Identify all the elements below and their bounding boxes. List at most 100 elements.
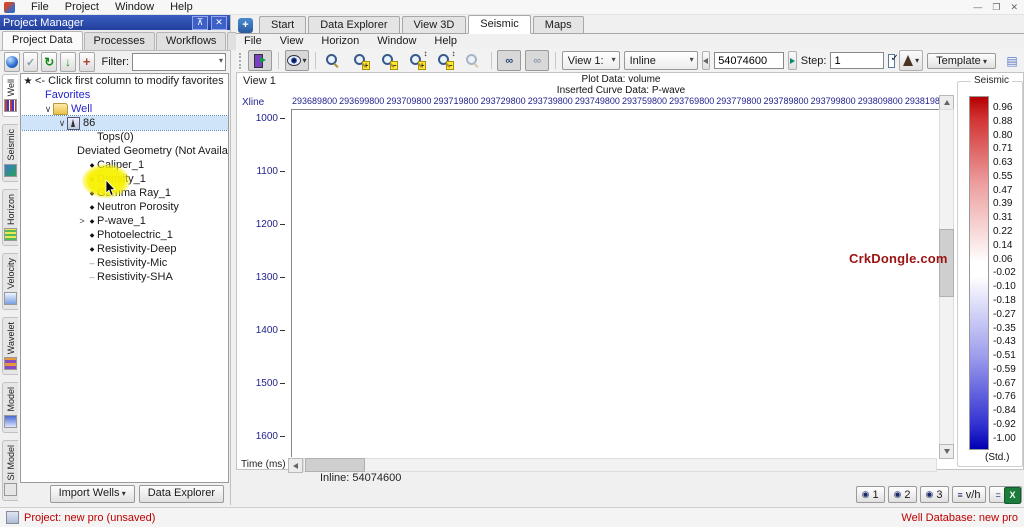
menu-item[interactable]: Window (115, 1, 154, 13)
workspace-tab[interactable]: Maps (533, 16, 584, 34)
menu-item[interactable]: Window (377, 35, 416, 48)
project-manager-tabs: Project DataProcessesWorkflowsScenes (0, 30, 230, 51)
tree-item-well-86[interactable]: ∨ 86 (21, 116, 228, 130)
scroll-down-button[interactable] (939, 444, 954, 459)
panel-tab[interactable]: Workflows (156, 32, 227, 50)
close-icon[interactable]: ✕ (211, 16, 227, 30)
add-tab-button[interactable]: + (238, 18, 253, 33)
visibility-button[interactable]: ▾ (285, 50, 309, 71)
data-explorer-button[interactable]: Data Explorer (139, 485, 224, 503)
workspace-tab[interactable]: View 3D (402, 16, 467, 34)
zoom-in-axis-icon: +↕ (409, 53, 424, 68)
tree-item[interactable]: ◆ Neutron Porosity (21, 200, 228, 214)
world-icon[interactable] (4, 52, 20, 72)
y-tick-labels: 1000110012001300140015001600 (245, 113, 285, 442)
chevron-right-icon[interactable]: > (77, 216, 87, 226)
tree-item[interactable]: ◆ Density_1 (21, 172, 228, 186)
side-tab[interactable]: Wavelet (2, 317, 18, 375)
properties-button[interactable]: ▤ (1000, 50, 1024, 71)
zoom-in-axis-button[interactable]: +↕ (405, 50, 429, 71)
import-arrow-icon[interactable]: ↓ (60, 52, 76, 72)
side-tab[interactable]: Horizon (2, 189, 18, 246)
chevron-down-icon[interactable]: ∨ (43, 104, 53, 115)
zoom-in-button[interactable]: + (349, 50, 373, 71)
x-tick-label: 293809800 (858, 96, 903, 106)
menu-item[interactable]: File (31, 1, 49, 13)
eye-icon: = (995, 490, 1000, 500)
pin-icon[interactable]: ⊼ (192, 16, 208, 30)
view-toggle-button[interactable]: ◉ 2 (888, 486, 917, 503)
colorbar-tick-label: 0.31 (993, 212, 1023, 223)
template-button[interactable]: Template (927, 53, 996, 69)
workspace-tab[interactable]: Start (259, 16, 306, 34)
eye-icon (287, 55, 301, 66)
slice-position-input[interactable] (714, 52, 784, 69)
side-tab[interactable]: Seismic (2, 124, 18, 182)
well-marker-button[interactable]: ▾ (899, 50, 923, 71)
colorbar-tick-label: -0.10 (993, 281, 1023, 292)
scroll-up-button[interactable] (939, 95, 954, 110)
step-input[interactable] (830, 52, 884, 69)
unlink-views-button[interactable]: ∞ (525, 50, 549, 71)
side-tab[interactable]: Well (2, 74, 18, 117)
workspace-tab[interactable]: Data Explorer (308, 16, 399, 34)
workspace-tab[interactable]: Seismic (468, 15, 531, 34)
slice-type-select[interactable]: Inline (624, 51, 698, 70)
tree-item[interactable]: > ◆ P-wave_1 (21, 214, 228, 228)
toolbar-grip[interactable] (239, 53, 242, 69)
tree-item[interactable]: – Resistivity-Mic (21, 256, 228, 270)
panel-tab[interactable]: Processes (84, 32, 155, 50)
menu-item[interactable]: Project (65, 1, 99, 13)
x-axis-label: Xline (242, 97, 264, 108)
side-tab[interactable]: Model (2, 382, 18, 433)
seismic-section[interactable] (291, 109, 952, 457)
refresh-icon[interactable]: ↻ (41, 52, 57, 72)
menu-item[interactable]: Help (434, 35, 457, 48)
panel-tab[interactable]: Project Data (2, 31, 83, 50)
view-toggle-button[interactable]: ≡ v/h (952, 486, 987, 503)
tree-item[interactable]: – Resistivity-SHA (21, 270, 228, 284)
minimize-button[interactable]: — (973, 1, 982, 13)
menu-item[interactable]: View (280, 35, 304, 48)
tree-item[interactable]: ◆ Resistivity-Deep (21, 242, 228, 256)
restore-button[interactable]: ❐ (992, 1, 1000, 13)
horizontal-scrollbar-thumb[interactable] (305, 458, 365, 472)
previous-slice-button[interactable] (702, 51, 711, 70)
tree-item[interactable]: Deviated Geometry (Not Availa... (21, 144, 228, 158)
chevron-down-icon[interactable]: ∨ (57, 118, 67, 129)
exit-view-button[interactable] (248, 50, 272, 71)
view-toggle-button[interactable]: ◉ 3 (920, 486, 949, 503)
close-button[interactable]: ✕ (1010, 1, 1018, 13)
tree-item[interactable]: ◆ Gamma Ray_1 (21, 186, 228, 200)
view-toggle-button[interactable]: ◉ 1 (856, 486, 885, 503)
tree-item[interactable]: ◆ Caliper_1 (21, 158, 228, 172)
zoom-out-axis-button[interactable]: −↕ (433, 50, 457, 71)
filter-combobox[interactable] (132, 53, 226, 71)
menu-item[interactable]: File (244, 35, 262, 48)
menu-item[interactable]: Horizon (321, 35, 359, 48)
view-select[interactable]: View 1: (562, 51, 620, 70)
project-tree: ★ <- Click first column to modify favori… (20, 73, 229, 483)
check-icon[interactable]: ✓ (23, 52, 39, 72)
next-slice-button[interactable] (788, 51, 797, 70)
scroll-left-button[interactable] (288, 458, 303, 473)
add-icon[interactable]: + (79, 52, 95, 72)
colorbar-tick-label: 0.47 (993, 185, 1023, 196)
tree-item-favorites[interactable]: Favorites (21, 88, 228, 102)
colorbar-tick-label: 0.96 (993, 102, 1023, 113)
tree-item[interactable]: ◆ Photoelectric_1 (21, 228, 228, 242)
tree-item[interactable]: Tops(0) (21, 130, 228, 144)
inline-status: Inline: 54074600 (320, 472, 401, 484)
tree-item-well-folder[interactable]: ∨ Well (21, 102, 228, 116)
star-icon[interactable]: ★ (21, 76, 35, 87)
zoom-button[interactable] (321, 50, 345, 71)
zoom-out-button[interactable]: − (377, 50, 401, 71)
menu-item[interactable]: Help (170, 1, 193, 13)
import-wells-button[interactable]: Import Wells (50, 485, 135, 503)
sync-checkbox[interactable] (888, 54, 895, 68)
horizontal-scrollbar[interactable] (303, 458, 937, 472)
side-tab[interactable]: Velocity (2, 253, 18, 310)
export-icon[interactable] (1004, 487, 1021, 504)
link-views-button[interactable]: ∞ (497, 50, 521, 71)
filter-input[interactable] (133, 54, 225, 70)
